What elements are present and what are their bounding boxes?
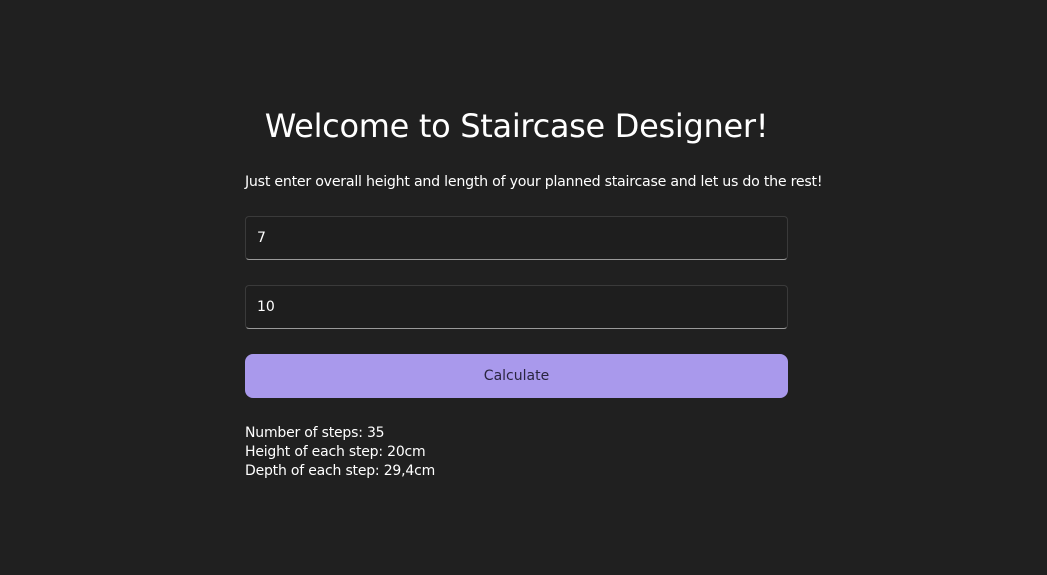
result-step-depth: Depth of each step: 29,4cm bbox=[245, 463, 436, 479]
page-subtitle: Just enter overall height and length of … bbox=[245, 174, 823, 190]
results-panel: Number of steps: 35 Height of each step:… bbox=[245, 424, 435, 481]
page-title: Welcome to Staircase Designer! bbox=[264, 107, 769, 145]
result-step-height: Height of each step: 20cm bbox=[245, 444, 426, 460]
calculate-button[interactable]: Calculate bbox=[245, 354, 788, 398]
length-input[interactable] bbox=[245, 285, 788, 329]
result-number-of-steps: Number of steps: 35 bbox=[245, 425, 385, 441]
staircase-designer-form: Welcome to Staircase Designer! Just ente… bbox=[245, 104, 823, 479]
height-input[interactable] bbox=[245, 216, 788, 260]
